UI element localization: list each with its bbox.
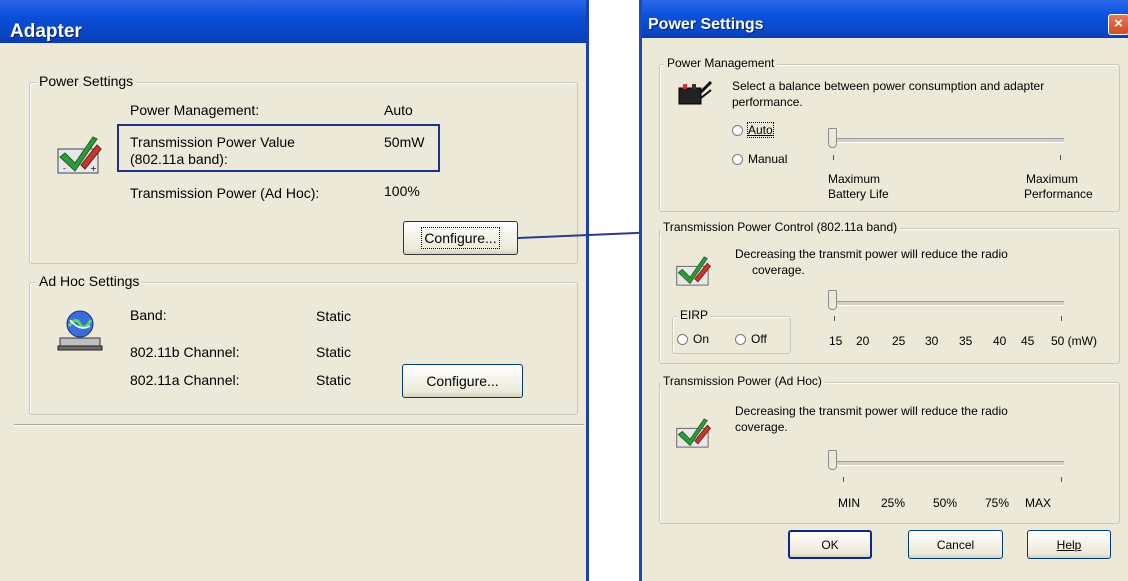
signal-meter-icon	[676, 256, 711, 286]
tpc-scale-label: 45	[1021, 334, 1035, 348]
tx-power-value-label-band: (802.11a band):	[130, 151, 228, 167]
tx-power-adhoc-group-label: Transmission Power (Ad Hoc)	[660, 374, 825, 388]
battery-plug-icon	[678, 80, 713, 105]
adhoc-slider-tick	[1061, 477, 1062, 482]
power-settings-titlebar: Power Settings ×	[642, 0, 1128, 38]
adhoc-configure-button-label: Configure...	[426, 373, 499, 389]
tx-power-value-label: Transmission Power Value	[130, 134, 295, 150]
pm-slider-thumb[interactable]	[828, 128, 837, 148]
power-settings-title: Power Settings	[648, 16, 764, 33]
tpc-scale-label: 15	[829, 334, 843, 348]
band-label: Band:	[130, 307, 167, 323]
tpc-scale-label: 20	[856, 334, 870, 348]
adhoc-scale-label: 50%	[933, 496, 958, 510]
ok-button[interactable]: OK	[788, 530, 872, 559]
radio-auto-label[interactable]: Auto	[747, 122, 774, 138]
adhoc-scale-label: 25%	[881, 496, 906, 510]
cancel-button[interactable]: Cancel	[908, 530, 1003, 559]
eirp-group-label: EIRP	[677, 308, 712, 322]
channel-11a-label: 802.11a Channel:	[130, 372, 240, 388]
pm-right-label: Maximum	[1026, 172, 1079, 186]
eirp-off-label[interactable]: Off	[751, 332, 767, 346]
help-button-label: Help	[1056, 537, 1082, 552]
adapter-window: Adapter Power Settings - + Power Managem…	[0, 0, 589, 581]
adhoc-scale-label: MAX	[1025, 496, 1052, 510]
pm-slider-tick-min	[833, 155, 834, 160]
band-value: Static	[316, 308, 352, 324]
tx-power-adhoc-value: 100%	[384, 183, 420, 199]
adapter-separator	[14, 424, 584, 426]
cancel-button-label: Cancel	[936, 537, 975, 552]
adhoc-network-icon	[57, 310, 103, 351]
tpc-scale-label: 25	[892, 334, 906, 348]
tpc-slider-track[interactable]	[828, 301, 1064, 306]
pm-slider-track[interactable]	[828, 138, 1064, 143]
pm-right-label-2: Performance	[1024, 187, 1093, 201]
power-settings-group-label: Power Settings	[36, 73, 137, 89]
eirp-off-radio[interactable]	[735, 334, 746, 345]
adhoc-scale-label: MIN	[838, 496, 860, 510]
tpc-slider-tick	[834, 316, 835, 321]
power-management-group-label: Power Management	[664, 56, 778, 70]
pm-slider-tick-max	[1060, 155, 1061, 160]
eirp-on-label[interactable]: On	[693, 332, 709, 346]
tx-power-control-group-label: Transmission Power Control (802.11a band…	[660, 220, 901, 234]
pm-description-2: performance.	[732, 95, 803, 109]
pm-left-label-2: Battery Life	[828, 187, 889, 201]
channel-11b-value: Static	[316, 344, 352, 360]
adhoc-description: Decreasing the transmit power will reduc…	[735, 404, 1008, 418]
adhoc-settings-group-label: Ad Hoc Settings	[36, 273, 143, 289]
signal-meter-icon	[676, 418, 711, 448]
pm-description: Select a balance between power consumpti…	[732, 79, 1045, 93]
tpc-scale-label: 40	[993, 334, 1007, 348]
tpc-slider-thumb[interactable]	[828, 290, 837, 310]
power-configure-button[interactable]: Configure...	[403, 221, 518, 255]
radio-manual-label[interactable]: Manual	[748, 152, 787, 166]
adhoc-description-2: coverage.	[735, 420, 788, 434]
svg-text:+: +	[90, 164, 97, 173]
tpc-description: Decreasing the transmit power will reduc…	[735, 247, 1008, 261]
close-icon: ×	[1114, 15, 1123, 32]
power-management-value: Auto	[384, 102, 413, 118]
tx-power-value: 50mW	[384, 134, 425, 150]
power-management-label: Power Management:	[130, 102, 260, 118]
radio-auto[interactable]	[732, 125, 743, 136]
channel-11a-value: Static	[316, 372, 352, 388]
eirp-on-radio[interactable]	[677, 334, 688, 345]
adhoc-slider-thumb[interactable]	[828, 450, 837, 470]
radio-manual[interactable]	[732, 154, 743, 165]
eirp-group: EIRP	[672, 308, 791, 354]
tpc-description-2: coverage.	[752, 263, 805, 277]
tpc-slider-tick	[1061, 316, 1062, 321]
help-button[interactable]: Help	[1027, 530, 1111, 559]
power-configure-button-label: Configure...	[421, 227, 500, 249]
tpc-scale-label: 50 (mW)	[1051, 334, 1097, 348]
close-button[interactable]: ×	[1108, 14, 1128, 35]
adapter-titlebar: Adapter	[0, 0, 586, 43]
adhoc-scale-label: 75%	[985, 496, 1010, 510]
channel-11b-label: 802.11b Channel:	[130, 344, 240, 360]
power-settings-dialog: Power Settings × Power Management Select…	[639, 0, 1128, 581]
svg-text:-: -	[63, 164, 66, 173]
tpc-scale-label: 35	[959, 334, 973, 348]
tx-power-adhoc-label: Transmission Power (Ad Hoc):	[130, 185, 320, 201]
adhoc-configure-button[interactable]: Configure...	[402, 364, 523, 398]
adhoc-slider-tick	[843, 477, 844, 482]
adapter-title: Adapter	[10, 21, 82, 42]
ok-button-label: OK	[821, 537, 839, 552]
pm-left-label: Maximum	[828, 172, 881, 186]
adhoc-slider-track[interactable]	[828, 461, 1064, 466]
tpc-scale-label: 30	[925, 334, 939, 348]
signal-meter-icon: - +	[57, 136, 102, 174]
